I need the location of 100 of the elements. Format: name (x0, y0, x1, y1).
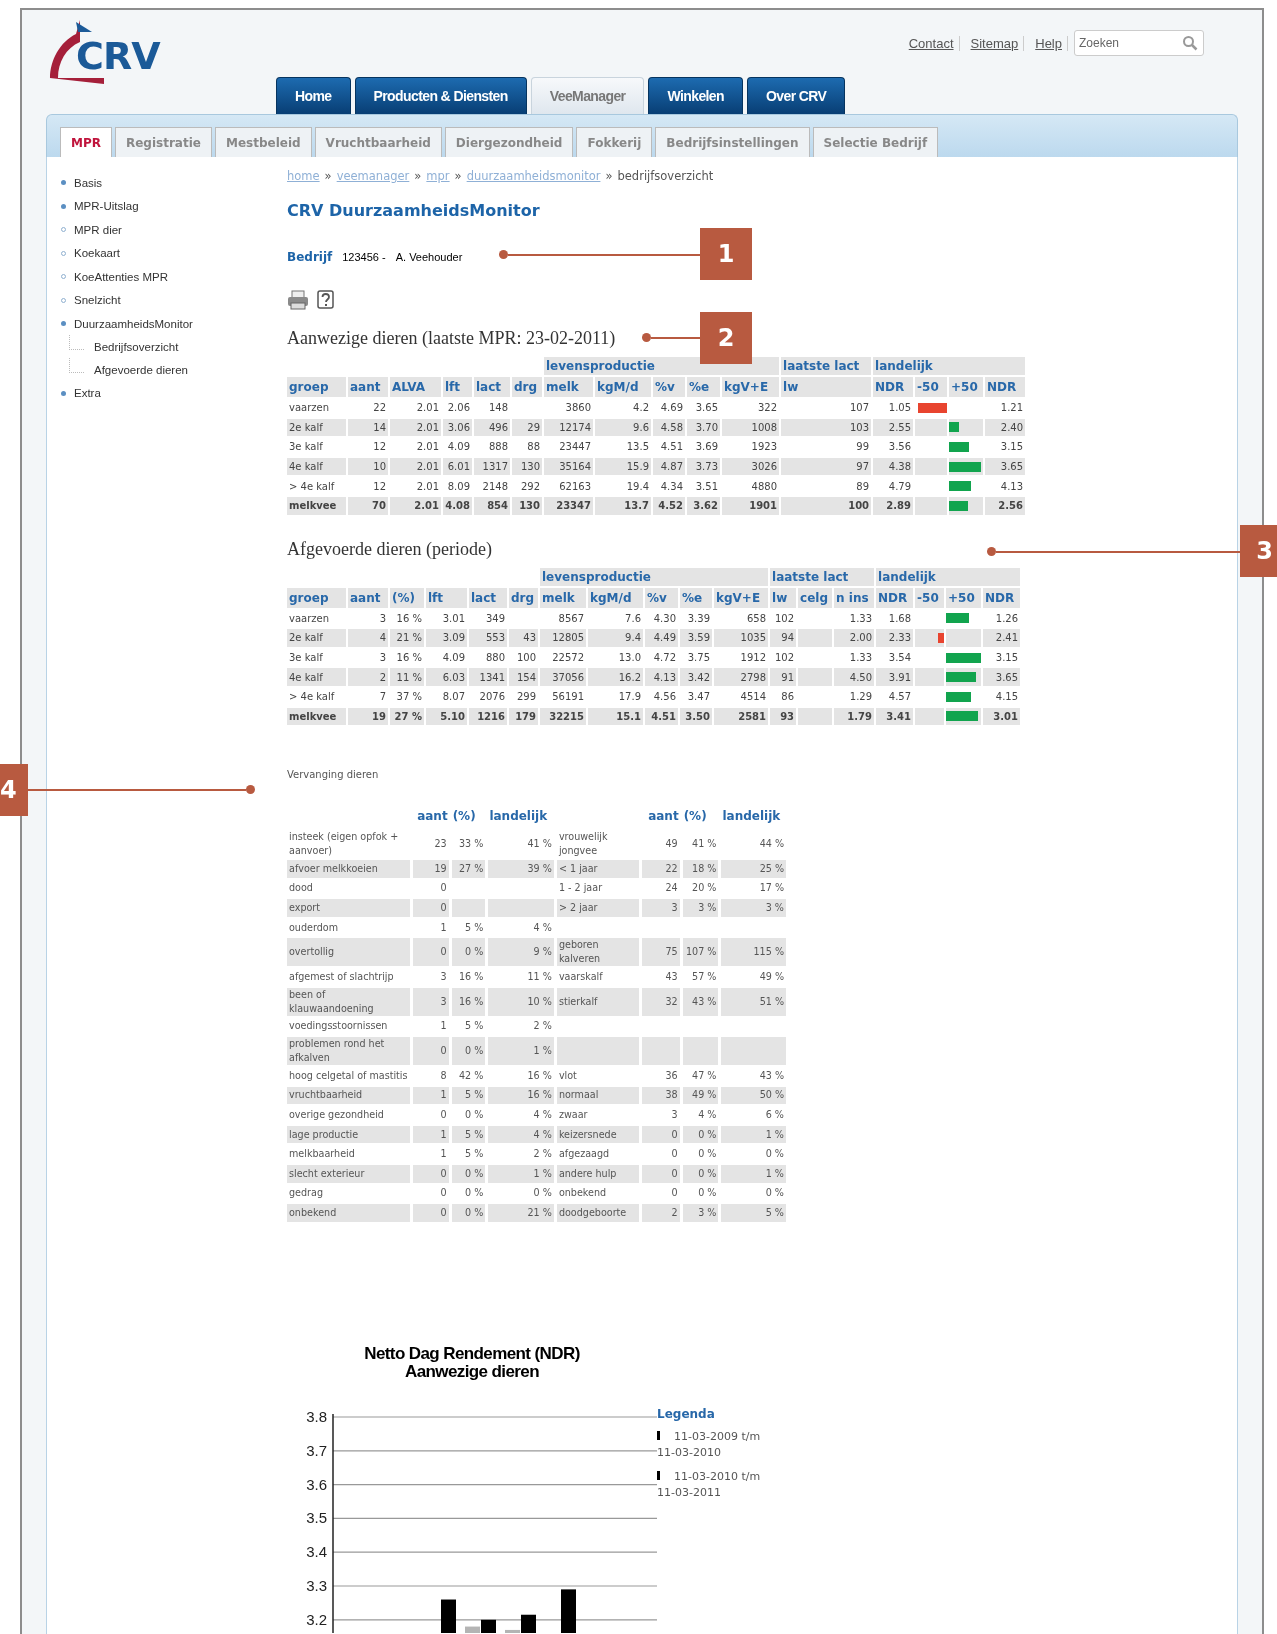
table-cell: 2.33 (876, 629, 914, 647)
table-cell-text: 148 (487, 401, 509, 416)
column-header: (%) (390, 587, 424, 608)
table-cell-text: > 4e kalf (288, 479, 336, 494)
table-cell-text: 1.68 (887, 611, 913, 626)
table-cell: 4.87 (653, 457, 685, 476)
group-header: laatste lact (781, 357, 872, 375)
table-cell-text: 1 (439, 1147, 448, 1162)
table-cell: 21 % (488, 1204, 554, 1222)
table-cell-text: 1.33 (848, 611, 874, 626)
table-cell: 9.4 (588, 629, 643, 647)
table-cell-text: 2 % (532, 1019, 553, 1034)
sidebar-item[interactable]: Basis (61, 171, 271, 195)
column-header: melk (540, 587, 586, 608)
column-header: kgV+E (714, 587, 769, 608)
table-cell: 5.10 (426, 707, 467, 726)
sidebar-item[interactable]: Snelzicht (61, 288, 271, 312)
table-cell: 0 (412, 1164, 449, 1183)
table-cell-text: dood (288, 881, 314, 896)
column-header: kgM/d (595, 377, 651, 397)
table-cell: 70 (348, 496, 388, 515)
table-cell: 6.01 (443, 457, 472, 476)
table-cell-text: 1.05 (887, 401, 913, 416)
table-cell-text: 299 (515, 690, 537, 705)
table-cell: geboren kalveren (556, 938, 639, 967)
chart-subtitle: Aanwezige dieren (405, 1362, 539, 1381)
table-cell-text: 1.29 (848, 690, 874, 705)
table-cell: 29 (512, 418, 542, 437)
column-header: -50 (915, 587, 945, 608)
callout-badge: 4 (0, 764, 28, 816)
sidebar-item[interactable]: Extra (61, 381, 271, 405)
table-cell: 51 % (721, 987, 786, 1016)
table-cell-text: 13.0 (617, 651, 642, 666)
table-cell-text: 42 % (458, 1068, 485, 1083)
printer-icon[interactable] (287, 290, 309, 310)
table-cell-text: 3.65 (694, 401, 719, 416)
table-cell: 2.00 (834, 629, 875, 647)
table-cell: 1317 (474, 457, 510, 476)
table-cell: 16.2 (588, 668, 643, 686)
table-cell-text: 1.26 (994, 611, 1020, 626)
sidebar-subitem[interactable]: Afgevoerde dieren (61, 358, 271, 382)
table-cell: onbekend (287, 1204, 410, 1222)
nav-tab[interactable]: Home (276, 77, 351, 114)
table-cell-text: 41 % (691, 837, 718, 852)
sidebar-subitem[interactable]: Bedrijfsoverzicht (61, 335, 271, 359)
table-cell-text: 2076 (478, 690, 506, 705)
table-cell-text: 4 % (532, 1107, 553, 1122)
callout-badge: 3 (1240, 525, 1277, 577)
column-header: n ins (834, 587, 875, 608)
column-header: aant (348, 587, 388, 608)
table-cell-text: 3.69 (694, 440, 719, 455)
table-cell: 496 (474, 418, 510, 437)
search-field[interactable]: Zoeken (1074, 30, 1204, 56)
column-header: NDR (873, 377, 914, 397)
table-cell: 4.52 (653, 496, 685, 515)
nav-tab[interactable]: Producten & Diensten (354, 77, 527, 114)
table-cell-text: 107 (848, 401, 871, 416)
sidebar-item[interactable]: KoeAttenties MPR (61, 265, 271, 289)
sidebar-item[interactable]: DuurzaamheidsMonitor (61, 312, 271, 336)
y-tick: 3.7 (306, 1441, 327, 1459)
table-cell-text: 5 % (464, 1019, 485, 1034)
breadcrumb-separator: » (605, 169, 613, 183)
table-cell: 49 % (682, 1086, 719, 1105)
nav-tab[interactable]: Over CRV (747, 77, 846, 114)
table-cell-text: 4.51 (659, 440, 684, 455)
table-cell: 18 % (682, 859, 719, 878)
table-cell-text: afgezaagd (557, 1147, 611, 1162)
table-cell: 0 % (451, 1037, 486, 1065)
table-cell: 9.6 (595, 418, 651, 437)
top-link[interactable]: Sitemap (965, 35, 1025, 51)
table-cell-text: 16 % (395, 651, 423, 666)
bar (441, 1599, 456, 1633)
sidebar-item[interactable]: Koekaart (61, 241, 271, 265)
column-header: lft (443, 377, 472, 397)
column-header: groep (287, 587, 346, 608)
table-cell: 4.38 (873, 457, 914, 476)
table-cell: 4e kalf (287, 668, 346, 686)
table-cell: 94 (770, 629, 797, 647)
table-cell-text: 57 % (691, 969, 718, 984)
nav-tab[interactable]: Winkelen (648, 77, 743, 114)
table-cell-text: 0 (439, 881, 448, 896)
table-cell-text: 4.30 (652, 611, 677, 626)
table-caption: Vervanging dieren (287, 769, 379, 781)
table-cell-text: 4 % (532, 920, 553, 935)
table-cell: 93 (770, 707, 797, 726)
nav-tab[interactable]: VeeManager (530, 77, 645, 114)
top-link[interactable]: Help (1030, 35, 1068, 51)
table-cell-text: 8 (439, 1068, 448, 1083)
table-cell: 100 (781, 496, 872, 515)
sidebar-item[interactable]: MPR-Uitslag (61, 194, 271, 218)
y-tick: 3.4 (306, 1542, 327, 1560)
table-cell-text: 33 % (458, 837, 485, 852)
sidebar-item[interactable]: MPR dier (61, 218, 271, 242)
table-cell: 3.65 (985, 457, 1026, 476)
help-icon[interactable] (317, 290, 335, 310)
top-link[interactable]: Contact (903, 35, 960, 51)
company-name: A. Veehouder (395, 251, 463, 263)
table-cell: 3 % (682, 899, 719, 917)
table-cell-text: 7.6 (624, 611, 642, 626)
sub-tab[interactable]: MPR (60, 127, 112, 157)
